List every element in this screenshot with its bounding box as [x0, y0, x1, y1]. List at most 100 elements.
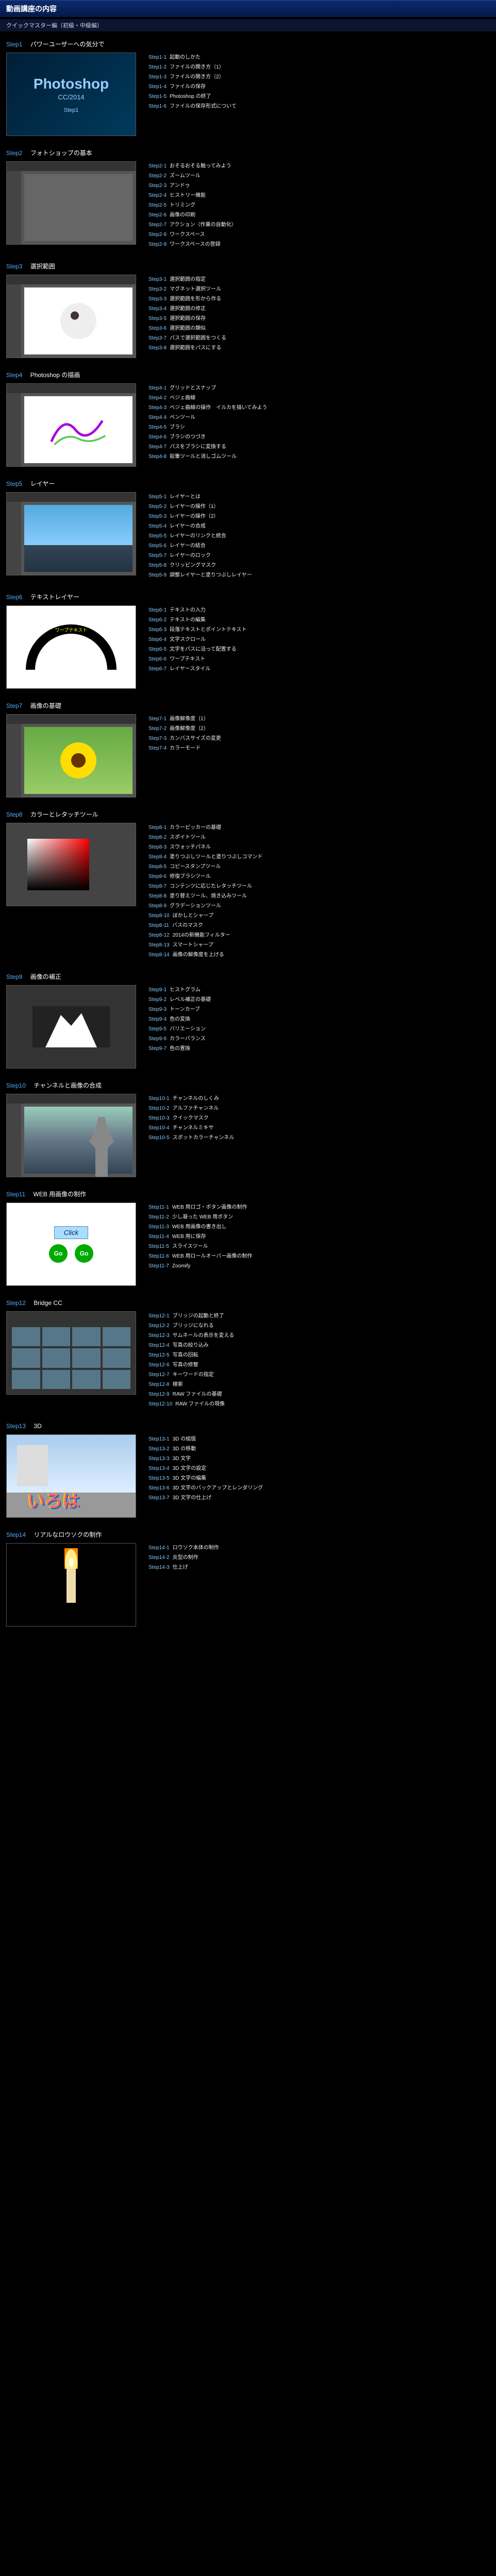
step-number: Step5 [6, 480, 22, 487]
step-item-key: Step6-6 [148, 656, 167, 662]
step-item-text: 鉛筆ツールと消しゴムツール [170, 454, 237, 460]
step-item-text: 選択範囲を形から作る [170, 296, 221, 302]
step-item-text: 検索 [173, 1382, 183, 1387]
thumb-title: Photoshop [34, 76, 109, 92]
step-item-key: Step3-7 [148, 335, 167, 341]
step-item: Step11-3WEB 用画像の書き出し [148, 1222, 490, 1232]
step-item: Step12-5写真の回転 [148, 1350, 490, 1360]
step-title: Step1 パワーユーザーへの気分で [6, 40, 490, 48]
step-item-text: ブリッジの起動と終了 [173, 1313, 224, 1319]
step-item: Step11-6WEB 用ロールオーバー画像の制作 [148, 1251, 490, 1261]
step-items: Step12-1ブリッジの起動と終了Step12-2ブリッジになれるStep12… [148, 1311, 490, 1409]
step-title: Step4 Photoshop の描画 [6, 370, 490, 379]
step-items: Step14-1ロウソク本体の制作Step14-2炎型の制作Step14-3仕上… [148, 1543, 490, 1572]
step-item-key: Step3-6 [148, 326, 167, 331]
step-item: Step5-8クリッピングマスク [148, 561, 490, 570]
step-item-key: Step5-4 [148, 523, 167, 529]
step-item-key: Step9-6 [148, 1036, 167, 1042]
step-number: Step8 [6, 811, 22, 818]
step-item: Step14-1ロウソク本体の制作 [148, 1543, 490, 1553]
step-number: Step12 [6, 1299, 26, 1307]
step-item: Step1-2ファイルの開き方（1） [148, 62, 490, 72]
step-item: Step9-6カラーバランス [148, 1034, 490, 1044]
step-block: Step8 カラーとレタッチツール Step8-1カラーピッカーの基礎Step8… [0, 802, 496, 964]
step-item-key: Step4-8 [148, 454, 167, 460]
step-item-key: Step12-7 [148, 1372, 170, 1378]
step-item-text: ファイルの保存 [170, 84, 206, 90]
step-item-key: Step7-1 [148, 716, 167, 722]
step-item-key: Step5-9 [148, 572, 167, 578]
step-name: リアルなロウソクの制作 [34, 1531, 102, 1538]
step-item-text: スポットカラーチャンネル [173, 1135, 235, 1141]
step-item: Step13-73D 文字の仕上げ [148, 1493, 490, 1503]
step-item: Step5-2レイヤーの操作（1） [148, 502, 490, 512]
step-item-key: Step2-7 [148, 222, 167, 228]
step-item: Step14-3仕上げ [148, 1563, 490, 1572]
step-item: Step6-5文字をパスに沿って配置する [148, 645, 490, 654]
step-item-text: バスのマスク [172, 923, 203, 928]
step-item: Step4-5ブラシ [148, 422, 490, 432]
step-content: ワープテキスト Step6-1テキストの入力Step6-2テキストの編集Step… [6, 605, 490, 689]
step-item-text: 3D 文字の設定 [173, 1466, 207, 1471]
step-item: Step9-5バリエーション [148, 1024, 490, 1034]
step-item-text: アンドゥ [170, 183, 190, 189]
step-block: Step9 画像の補正 Step9-1ヒストグラムStep9-2レベル補正の基礎… [0, 964, 496, 1073]
step-item-text: グラデーションツール [170, 903, 221, 909]
step-item-key: Step2-3 [148, 183, 167, 189]
step-item-text: ロウソク本体の制作 [173, 1545, 219, 1551]
step-item-text: ベジェ曲線の操作 イルカを描いてみよう [170, 405, 267, 411]
step-item-key: Step11-3 [148, 1224, 169, 1230]
step-thumbnail: いろは [6, 1434, 136, 1518]
step-item-key: Step1-4 [148, 84, 167, 90]
step-item-text: 3D 文字の編集 [173, 1476, 207, 1481]
thumb-go-button: Go [75, 1244, 93, 1263]
step-item-text: RAW ファイルの現像 [175, 1401, 225, 1407]
step-thumbnail: Click GoGo [6, 1202, 136, 1286]
step-item-text: バリエーション [170, 1026, 206, 1032]
step-items: Step11-1WEB 用ロゴ・ボタン画像の制作Step11-2少し凝った WE… [148, 1202, 490, 1271]
step-title: Step6 テキストレイヤー [6, 592, 490, 601]
step-item-text: ベジェ曲線 [170, 395, 195, 401]
step-content: Photoshop CC/2014 Step1 Step1-1起動のしかたSte… [6, 53, 490, 136]
step-item-key: Step10-1 [148, 1096, 170, 1101]
step-block: Step11 WEB 用画像の制作 Click GoGo Step11-1WEB… [0, 1181, 496, 1290]
step-items: Step3-1選択範囲の指定Step3-2マグネット選択ツールStep3-3選択… [148, 275, 490, 353]
step-item: Step2-4ヒストリー機能 [148, 191, 490, 200]
step-item-text: 炎型の制作 [173, 1555, 199, 1561]
step-item: Step11-2少し凝った WEB 用ボタン [148, 1212, 490, 1222]
step-content: Step2-1おそるおそる触ってみようStep2-2ズームツールStep2-3ア… [6, 161, 490, 249]
step-item: Step2-8ワークスペース [148, 230, 490, 240]
step-item-text: 選択範囲の修正 [170, 306, 206, 312]
step-item-key: Step12-4 [148, 1343, 170, 1348]
step-item: Step2-7アクション（作業の自動化） [148, 220, 490, 230]
step-number: Step10 [6, 1082, 26, 1089]
step-item: Step11-5スライスツール [148, 1242, 490, 1251]
step-item: Step6-2テキストの編集 [148, 615, 490, 625]
step-item-text: Photoshop の終了 [170, 94, 211, 99]
step-item-text: 塗りつぶしツールと塗りつぶしコマンド [170, 854, 262, 860]
step-item-text: 3D 文字の仕上げ [173, 1495, 212, 1501]
step-item-key: Step10-4 [148, 1125, 170, 1131]
step-number: Step4 [6, 371, 22, 379]
step-item-key: Step11-1 [148, 1205, 169, 1210]
step-item-key: Step13-1 [148, 1436, 170, 1442]
step-item-key: Step4-2 [148, 395, 167, 401]
step-block: Step12 Bridge CC Step12-1ブリッジの起動と終了Step1… [0, 1290, 496, 1413]
step-item-key: Step5-6 [148, 543, 167, 549]
step-item-key: Step10-5 [148, 1135, 170, 1141]
step-item-text: 塗り替えツール、焼き込みツール [170, 893, 247, 899]
step-item: Step8-3スウォッチパネル [148, 842, 490, 852]
step-item: Step2-9ワークスペースの登録 [148, 240, 490, 249]
step-number: Step13 [6, 1422, 26, 1430]
step-item-key: Step2-9 [148, 242, 167, 247]
step-items: Step10-1チャンネルのしくみStep10-2アルファチャンネルStep10… [148, 1094, 490, 1143]
step-item-key: Step5-2 [148, 504, 167, 510]
step-item: Step5-7レイヤーのロック [148, 551, 490, 561]
step-title: Step3 選択範囲 [6, 262, 490, 270]
step-item: Step2-6画像の印刷 [148, 210, 490, 220]
step-thumbnail [6, 823, 136, 906]
step-item: Step8-122014の新機能フィルター [148, 930, 490, 940]
thumb-3d-text: いろは [27, 1487, 80, 1512]
step-content: Step3-1選択範囲の指定Step3-2マグネット選択ツールStep3-3選択… [6, 275, 490, 358]
step-item: Step8-9グラデーションツール [148, 901, 490, 911]
